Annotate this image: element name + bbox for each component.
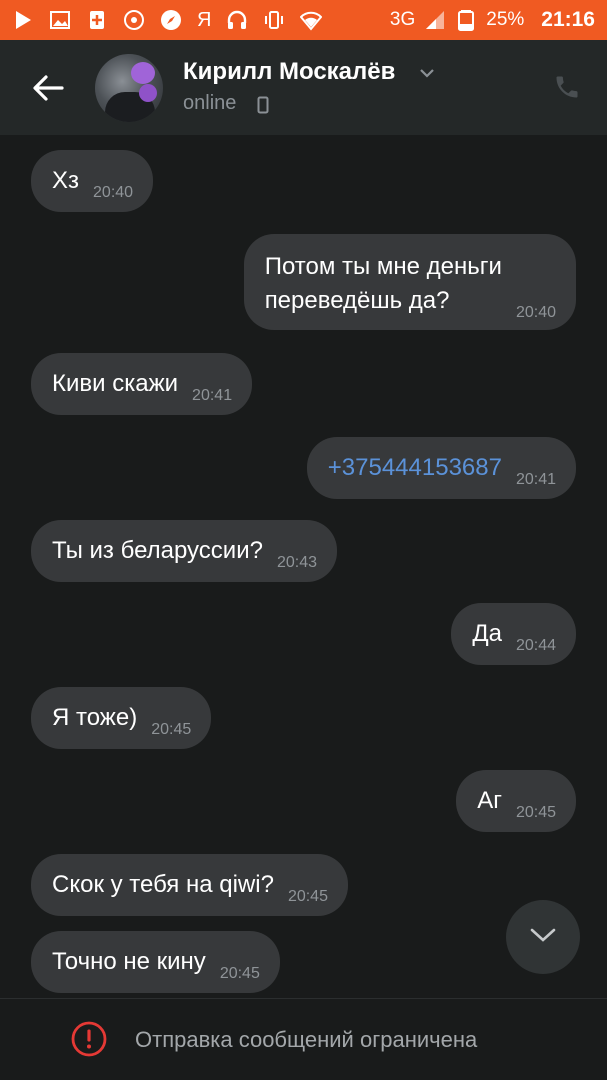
signal-icon: [424, 9, 446, 31]
yandex-icon: Я: [197, 8, 212, 31]
avatar[interactable]: [95, 54, 163, 122]
message-list[interactable]: Хз 20:40 Потом ты мне деньги переведёшь …: [0, 135, 607, 998]
message-text: Хз: [52, 167, 80, 194]
message-time: 20:45: [151, 721, 192, 738]
message-outgoing[interactable]: Да 20:44: [451, 603, 576, 665]
message-time: 20:40: [93, 184, 134, 201]
message-time: 20:44: [515, 637, 556, 654]
alert-icon: [71, 1021, 107, 1057]
restricted-notice-text: Отправка сообщений ограничена: [135, 1027, 478, 1052]
scroll-to-bottom-button[interactable]: [506, 900, 580, 974]
message-text: Аг: [477, 787, 502, 814]
message-incoming[interactable]: Киви скажи 20:41: [31, 353, 253, 415]
contact-name[interactable]: Кирилл Москалёв: [183, 58, 395, 86]
message-text: Скок у тебя на qiwi?: [52, 871, 274, 898]
message-incoming[interactable]: Я тоже) 20:45: [31, 687, 212, 749]
disc-icon: [123, 9, 145, 31]
image-icon: [49, 9, 71, 31]
message-time: 20:43: [276, 554, 317, 571]
call-icon[interactable]: [553, 73, 581, 101]
status-bar: Я 3G 25% 21:16: [0, 0, 607, 40]
wifi-icon: [300, 9, 323, 31]
chat-header: Кирилл Москалёв online: [0, 40, 607, 135]
battery-level: 25%: [486, 9, 525, 30]
back-arrow-icon[interactable]: [28, 70, 68, 106]
chevron-down-icon: [528, 925, 558, 950]
message-text: Точно не кину: [52, 948, 206, 975]
message-incoming[interactable]: Скок у тебя на qiwi? 20:45: [31, 854, 348, 916]
plus-icon: [86, 9, 108, 31]
chevron-down-icon[interactable]: [418, 64, 436, 82]
headset-icon: [226, 9, 248, 31]
compass-icon: [160, 9, 182, 31]
message-outgoing[interactable]: +375444153687 20:41: [306, 437, 576, 499]
message-outgoing[interactable]: Аг 20:45: [456, 770, 576, 832]
mobile-device-icon: [257, 96, 269, 114]
battery-icon: [455, 9, 477, 31]
message-time: 20:45: [219, 965, 260, 982]
vibrate-icon: [263, 9, 285, 31]
message-time: 20:41: [515, 471, 556, 488]
phone-number-link[interactable]: +375444153687: [328, 451, 502, 485]
message-time: 20:45: [515, 804, 556, 821]
restricted-notice-bar: Отправка сообщений ограничена: [0, 998, 607, 1080]
clock: 21:16: [541, 8, 595, 31]
contact-status: online: [183, 92, 237, 114]
message-text: Я тоже): [52, 704, 138, 731]
message-incoming[interactable]: Хз 20:40: [31, 150, 154, 212]
play-icon: [12, 9, 34, 31]
message-text: Да: [472, 620, 502, 647]
message-outgoing[interactable]: Потом ты мне деньги переведёшь да? 20:40: [243, 234, 576, 330]
message-time: 20:45: [287, 888, 328, 905]
message-text: Ты из беларуссии?: [52, 537, 263, 564]
message-time: 20:41: [192, 387, 233, 404]
message-incoming[interactable]: Ты из беларуссии? 20:43: [31, 520, 337, 582]
message-text: Потом ты мне деньги переведёшь да?: [264, 253, 502, 314]
message-text: Киви скажи: [52, 370, 179, 397]
message-incoming[interactable]: Точно не кину 20:45: [31, 931, 280, 993]
message-time: 20:40: [515, 304, 556, 321]
network-type: 3G: [389, 9, 416, 30]
